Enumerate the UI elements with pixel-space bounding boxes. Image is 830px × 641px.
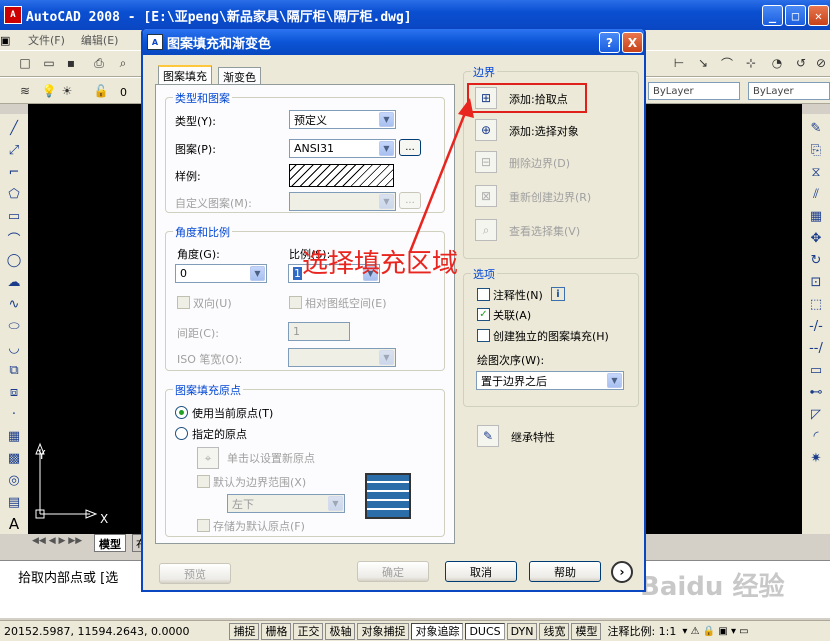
annotation-arrow-icon (408, 98, 474, 253)
annotation-text: 选择填充区域 (302, 249, 459, 279)
